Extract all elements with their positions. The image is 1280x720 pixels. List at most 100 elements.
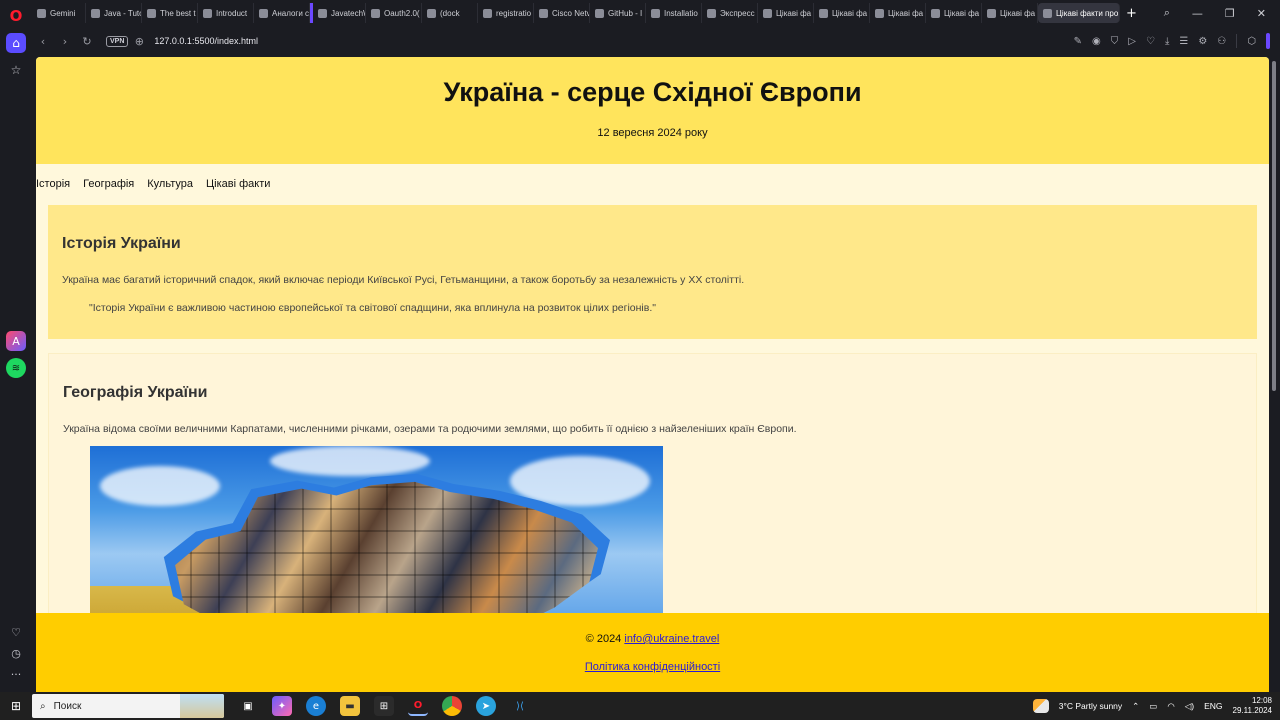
taskbar-apps: ▣ ✦ e ▬ ⊞ O ➤ ⟩⟨: [238, 696, 530, 716]
page-scrollbar[interactable]: [1269, 57, 1280, 692]
edit-icon[interactable]: ✎: [1074, 36, 1082, 47]
url-field[interactable]: 127.0.0.1:5500/index.html: [154, 36, 258, 46]
privacy-policy-link[interactable]: Політика конфіденційності: [585, 661, 720, 673]
history-quote: "Історія України є важливою частиною євр…: [89, 301, 656, 314]
extensions-icon[interactable]: ⬡: [1247, 36, 1256, 47]
cloud-shape: [100, 465, 220, 506]
browser-tab[interactable]: Аналоги с: [254, 3, 310, 23]
tab-label: The best t: [160, 8, 196, 18]
nav-link-facts[interactable]: Цікаві факти: [206, 178, 270, 190]
email-link[interactable]: info@ukraine.travel: [624, 633, 719, 645]
history-heading: Історія України: [62, 235, 181, 252]
browser-tab[interactable]: Introduct: [198, 3, 254, 23]
browser-tab[interactable]: Цікаві фа: [982, 3, 1038, 23]
tab-favicon-icon: [371, 8, 380, 18]
settings-icon[interactable]: ⚙: [1198, 36, 1207, 47]
edge-icon[interactable]: e: [306, 696, 326, 716]
store-icon[interactable]: ⊞: [374, 696, 394, 716]
nav-link-history[interactable]: Історія: [36, 178, 70, 190]
tab-label: JavatechW: [331, 8, 365, 18]
tab-label: Цікаві фа: [944, 8, 980, 18]
tab-label: registratio: [496, 8, 532, 18]
browser-tab[interactable]: Gemini: [32, 3, 86, 23]
volume-icon[interactable]: ◁): [1185, 701, 1194, 712]
browser-tab[interactable]: Installatio: [646, 3, 702, 23]
heart-icon[interactable]: ♡: [6, 626, 26, 639]
shield-icon[interactable]: ⛉: [1111, 36, 1119, 47]
minimize-button[interactable]: —: [1192, 7, 1203, 20]
new-tab-button[interactable]: +: [1126, 6, 1137, 21]
tray-device-icon[interactable]: ▭: [1149, 701, 1157, 712]
browser-tab[interactable]: Цікаві фа: [870, 3, 926, 23]
task-view-icon[interactable]: ▣: [238, 696, 258, 716]
more-icon[interactable]: ···: [6, 668, 26, 681]
browser-tab[interactable]: JavatechW: [310, 3, 366, 23]
browser-tab[interactable]: The best t: [142, 3, 198, 23]
windows-start-icon[interactable]: ⊞: [0, 699, 32, 713]
home-icon[interactable]: ⌂: [6, 33, 26, 53]
clock-date: 29.11.2024: [1232, 706, 1272, 715]
browser-tab[interactable]: Экспресс: [702, 3, 758, 23]
nav-link-culture[interactable]: Культура: [147, 178, 193, 190]
geography-section: Географія України Україна відома своїми …: [48, 353, 1257, 653]
browser-tab[interactable]: Цікаві фа: [814, 3, 870, 23]
tab-favicon-icon: [91, 8, 100, 18]
browser-tab[interactable]: Цікаві фа: [926, 3, 982, 23]
reload-icon[interactable]: ↻: [76, 35, 98, 48]
spotify-icon[interactable]: ≋: [6, 358, 26, 378]
window-controls: ⌕ — ❐ ✕: [1164, 0, 1280, 26]
browser-tab[interactable]: Цікаві факти про: [1038, 3, 1120, 23]
weather-text[interactable]: 3°C Partly sunny: [1059, 701, 1122, 711]
page-date: 12 вересня 2024 року: [597, 127, 708, 139]
system-tray: 3°C Partly sunny ⌃ ▭ ◠ ◁) ENG 12:08 29.1…: [1032, 692, 1272, 720]
telegram-icon[interactable]: ➤: [476, 696, 496, 716]
vscode-icon[interactable]: ⟩⟨: [510, 696, 530, 716]
maximize-button[interactable]: ❐: [1225, 7, 1235, 20]
history-text: Україна має багатий історичний спадок, я…: [62, 274, 745, 286]
browser-tab[interactable]: Oauth2.0(: [366, 3, 422, 23]
wifi-icon[interactable]: ◠: [1167, 701, 1174, 712]
forward-icon[interactable]: ›: [54, 35, 76, 48]
browser-tab[interactable]: registratio: [478, 3, 534, 23]
tray-chevron-icon[interactable]: ⌃: [1132, 701, 1139, 712]
file-explorer-icon[interactable]: ▬: [340, 696, 360, 716]
page-viewport: Україна - серце Східної Європи 12 вересн…: [36, 57, 1269, 692]
tab-label: Java - Tuto: [104, 8, 142, 18]
copilot-icon[interactable]: ✦: [272, 696, 292, 716]
bookmark-star-icon[interactable]: ☆: [6, 60, 26, 80]
tab-favicon-icon: [987, 8, 996, 18]
tab-favicon-icon: [595, 8, 604, 18]
scroll-thumb[interactable]: [1272, 61, 1276, 391]
language-indicator[interactable]: ENG: [1204, 701, 1222, 711]
close-button[interactable]: ✕: [1257, 7, 1266, 20]
browser-tab[interactable]: GitHub - I: [590, 3, 646, 23]
tab-label: Cisco Netv: [552, 8, 590, 18]
history-clock-icon[interactable]: ◷: [6, 647, 26, 660]
heart-icon[interactable]: ♡: [1146, 36, 1155, 47]
nav-link-geography[interactable]: Географія: [83, 178, 134, 190]
download-icon[interactable]: ⤓: [1165, 36, 1169, 47]
tab-label: Цікаві факти про: [1056, 8, 1119, 18]
divider: [1236, 34, 1238, 48]
camera-icon[interactable]: ◉: [1092, 36, 1101, 47]
back-icon[interactable]: ‹: [32, 35, 54, 48]
opera-taskbar-icon[interactable]: O: [408, 696, 428, 716]
play-icon[interactable]: ▷: [1128, 36, 1136, 47]
browser-tab[interactable]: Цікаві фа: [758, 3, 814, 23]
browser-tab[interactable]: Java - Tuto: [86, 3, 142, 23]
opera-logo-icon[interactable]: O: [6, 6, 26, 26]
search-tabs-icon[interactable]: ⌕: [1164, 6, 1170, 20]
taskbar-search[interactable]: ⌕ Поиск: [32, 694, 224, 718]
tab-favicon-icon: [707, 8, 716, 18]
ukraine-collage-image: [90, 445, 663, 626]
menu-icon[interactable]: ☰: [1179, 36, 1188, 47]
browser-tab[interactable]: (dock: [422, 3, 478, 23]
clock[interactable]: 12:08 29.11.2024: [1233, 696, 1272, 715]
chrome-icon[interactable]: [442, 696, 462, 716]
profile-icon[interactable]: ⚇: [1217, 36, 1226, 47]
tab-favicon-icon: [931, 8, 940, 18]
vpn-badge[interactable]: VPN: [106, 35, 129, 47]
aria-icon[interactable]: A: [6, 331, 26, 351]
browser-tab[interactable]: Cisco Netv: [534, 3, 590, 23]
geography-heading: Географія України: [63, 384, 208, 401]
